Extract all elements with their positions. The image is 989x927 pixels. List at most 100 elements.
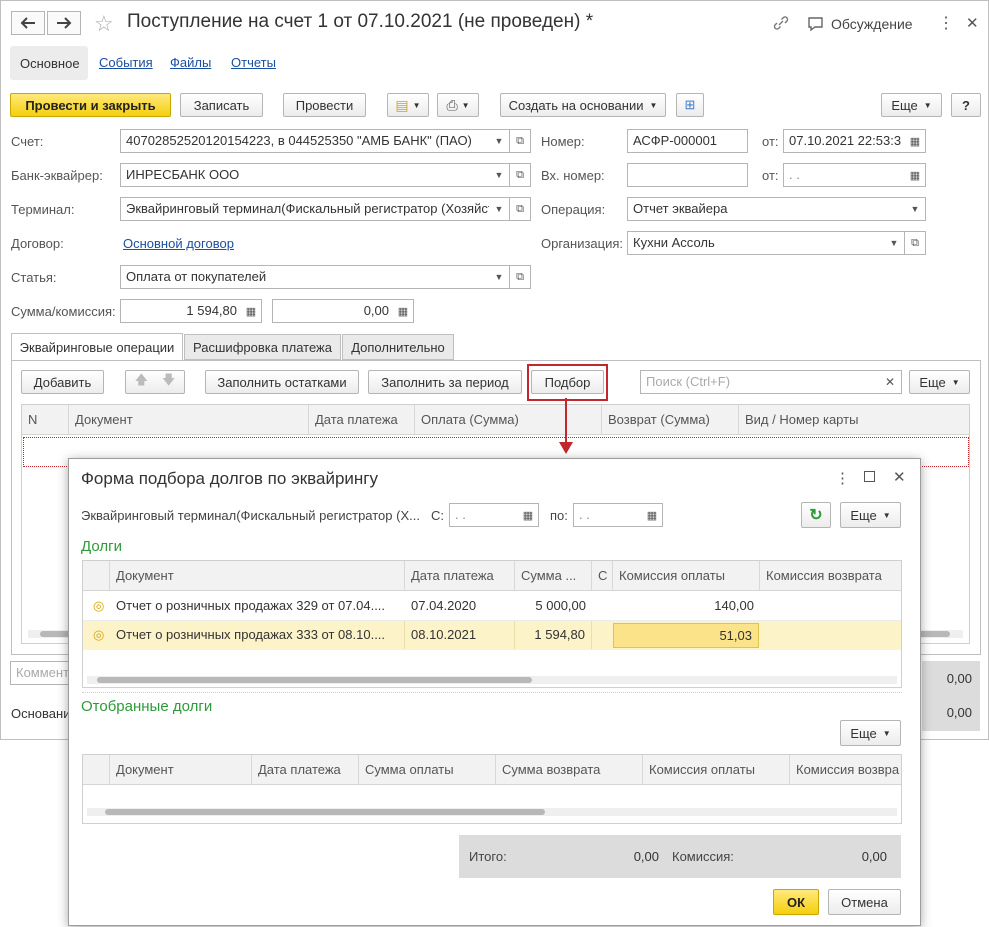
- col-document[interactable]: Документ: [69, 405, 309, 435]
- tab-files[interactable]: Файлы: [170, 55, 211, 70]
- arrow-down-icon[interactable]: 🡇: [162, 371, 175, 393]
- col-c[interactable]: С: [592, 561, 613, 591]
- commission-field[interactable]: 0,00 ▦: [272, 299, 414, 323]
- selected-more-button[interactable]: Еще ▼: [840, 720, 901, 746]
- selected-h-scrollbar-thumb[interactable]: [105, 809, 545, 815]
- date-to-field[interactable]: . . ▦: [573, 503, 663, 527]
- structure-button[interactable]: ⊞: [676, 93, 704, 117]
- move-buttons[interactable]: 🡅 🡇: [125, 370, 185, 394]
- col-payment-sum[interactable]: Сумма оплаты: [359, 755, 496, 785]
- calendar-icon[interactable]: ▦: [905, 164, 925, 186]
- col-sum[interactable]: Сумма ...: [515, 561, 592, 591]
- ok-button[interactable]: ОК: [773, 889, 819, 915]
- subtab-payment-details[interactable]: Расшифровка платежа: [184, 334, 341, 360]
- sum-field[interactable]: 1 594,80 ▦: [120, 299, 262, 323]
- number-field[interactable]: АСФР-000001: [627, 129, 748, 153]
- calendar-icon[interactable]: ▦: [642, 504, 662, 526]
- debts-h-scrollbar[interactable]: [87, 676, 897, 684]
- open-bank-button[interactable]: ⧉: [509, 163, 531, 187]
- org-field[interactable]: Кухни Ассоль ▼: [627, 231, 905, 255]
- in-date-field[interactable]: . . ▦: [783, 163, 926, 187]
- maximize-icon[interactable]: [864, 471, 875, 482]
- discussion-link[interactable]: Обсуждение: [831, 16, 913, 32]
- calendar-icon[interactable]: ▦: [905, 130, 925, 152]
- chevron-down-icon[interactable]: ▼: [489, 198, 509, 220]
- date-field[interactable]: 07.10.2021 22:53:3 ▦: [783, 129, 926, 153]
- bank-field[interactable]: ИНРЕСБАНК ООО ▼: [120, 163, 510, 187]
- col-commission-pay[interactable]: Комиссия оплаты: [613, 561, 760, 591]
- print-menu-button[interactable]: ⎙ ▼: [437, 93, 479, 117]
- date-from-field[interactable]: . . ▦: [449, 503, 539, 527]
- save-button[interactable]: Записать: [180, 93, 263, 117]
- dialog-terminal: Эквайринговый терминал(Фискальный регист…: [81, 508, 420, 523]
- open-article-button[interactable]: ⧉: [509, 265, 531, 289]
- refresh-button[interactable]: ↻: [801, 502, 831, 528]
- col-n[interactable]: N: [22, 405, 69, 435]
- chevron-down-icon[interactable]: ▼: [489, 130, 509, 152]
- link-icon[interactable]: [772, 15, 790, 34]
- col-commission-return[interactable]: Комиссия возвра: [790, 755, 901, 785]
- in-number-field[interactable]: [627, 163, 748, 187]
- comment-field[interactable]: Коммента: [10, 661, 70, 685]
- col-card[interactable]: Вид / Номер карты: [739, 405, 969, 435]
- terminal-field[interactable]: Эквайринговый терминал(Фискальный регист…: [120, 197, 510, 221]
- forward-button[interactable]: [47, 11, 81, 35]
- chevron-down-icon[interactable]: ▼: [489, 164, 509, 186]
- col-commission-return[interactable]: Комиссия возврата: [760, 561, 901, 591]
- col-document[interactable]: Документ: [110, 561, 405, 591]
- pick-button[interactable]: Подбор: [531, 370, 604, 394]
- dialog-more-button[interactable]: Еще ▼: [840, 502, 901, 528]
- col-payment-date[interactable]: Дата платежа: [252, 755, 359, 785]
- col-commission-pay[interactable]: Комиссия оплаты: [643, 755, 790, 785]
- operation-field[interactable]: Отчет эквайера ▼: [627, 197, 926, 221]
- open-terminal-button[interactable]: ⧉: [509, 197, 531, 221]
- more-menu-icon[interactable]: ⋮: [835, 469, 850, 487]
- arrow-up-icon[interactable]: 🡅: [135, 371, 148, 393]
- close-icon[interactable]: ✕: [893, 468, 906, 486]
- post-button[interactable]: Провести: [283, 93, 366, 117]
- chevron-down-icon[interactable]: ▼: [905, 198, 925, 220]
- account-field[interactable]: 40702852520120154223, в 044525350 "АМБ Б…: [120, 129, 510, 153]
- chevron-down-icon[interactable]: ▼: [884, 232, 904, 254]
- tab-main[interactable]: Основное: [10, 46, 88, 80]
- more-button[interactable]: Еще ▼: [881, 93, 942, 117]
- selected-h-scrollbar[interactable]: [87, 808, 897, 816]
- fill-rest-button[interactable]: Заполнить остатками: [205, 370, 359, 394]
- subtab-acquiring-ops[interactable]: Эквайринговые операции: [11, 333, 183, 361]
- col-document[interactable]: Документ: [110, 755, 252, 785]
- calculator-icon[interactable]: ▦: [241, 300, 261, 322]
- table-row[interactable]: ◎ Отчет о розничных продажах 329 от 07.0…: [83, 592, 901, 621]
- fill-period-button[interactable]: Заполнить за период: [368, 370, 522, 394]
- col-return-sum[interactable]: Сумма возврата: [496, 755, 643, 785]
- calculator-icon[interactable]: ▦: [393, 300, 413, 322]
- contract-link[interactable]: Основной договор: [123, 236, 234, 251]
- sub-more-button[interactable]: Еще ▼: [909, 370, 970, 394]
- documents-menu-button[interactable]: ▤ ▼: [387, 93, 429, 117]
- cancel-button[interactable]: Отмена: [828, 889, 901, 915]
- calendar-icon[interactable]: ▦: [518, 504, 538, 526]
- col-payment-date[interactable]: Дата платежа: [309, 405, 415, 435]
- subtab-additional[interactable]: Дополнительно: [342, 334, 454, 360]
- debts-h-scrollbar-thumb[interactable]: [97, 677, 532, 683]
- tab-reports[interactable]: Отчеты: [231, 55, 276, 70]
- close-icon[interactable]: ✕: [966, 14, 979, 32]
- row-commission-cell[interactable]: 51,03: [613, 623, 759, 648]
- col-payment-date[interactable]: Дата платежа: [405, 561, 515, 591]
- chevron-down-icon[interactable]: ▼: [489, 266, 509, 288]
- discussion-icon[interactable]: [807, 16, 825, 35]
- help-button[interactable]: ?: [951, 93, 981, 117]
- tab-events[interactable]: События: [99, 55, 153, 70]
- more-menu-icon[interactable]: ⋮: [938, 13, 954, 33]
- favorite-star-icon[interactable]: ☆: [94, 11, 114, 37]
- back-button[interactable]: [11, 11, 45, 35]
- search-input[interactable]: Поиск (Ctrl+F): [640, 370, 902, 394]
- clear-search-icon[interactable]: ✕: [885, 375, 895, 389]
- col-return-sum[interactable]: Возврат (Сумма): [602, 405, 739, 435]
- post-and-close-button[interactable]: Провести и закрыть: [10, 93, 171, 117]
- table-row-selected[interactable]: ◎ Отчет о розничных продажах 333 от 08.1…: [83, 621, 901, 650]
- article-field[interactable]: Оплата от покупателей ▼: [120, 265, 510, 289]
- create-based-button[interactable]: Создать на основании ▼: [500, 93, 666, 117]
- open-account-button[interactable]: ⧉: [509, 129, 531, 153]
- open-org-button[interactable]: ⧉: [904, 231, 926, 255]
- add-button[interactable]: Добавить: [21, 370, 104, 394]
